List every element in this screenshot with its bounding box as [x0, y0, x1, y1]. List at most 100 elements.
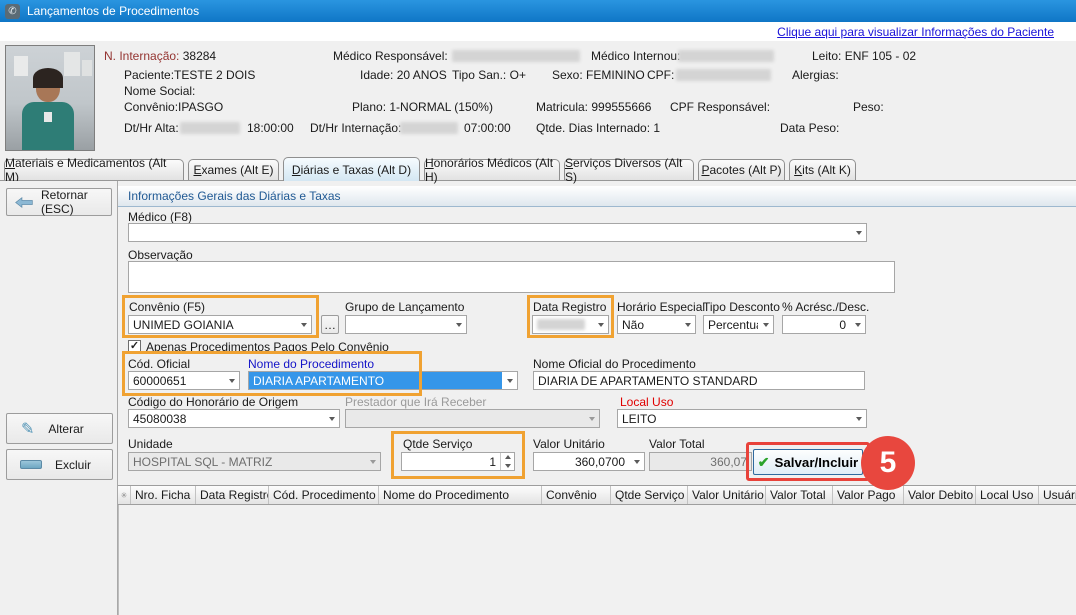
grupo-lancamento-label: Grupo de Lançamento [345, 300, 464, 314]
qtde-servico-spinner[interactable]: 1 [401, 452, 515, 471]
column-header-valor-unitario[interactable]: Valor Unitário [688, 486, 766, 504]
section-title: Informações Gerais das Diárias e Taxas [118, 186, 1076, 207]
column-header-valor-debito[interactable]: Valor Debito [904, 486, 976, 504]
plano-field: Plano: 1-NORMAL (150%) [352, 100, 493, 114]
tab-materiais-medicamentos[interactable]: Materiais e Medicamentos (Alt M) [4, 159, 184, 180]
nome-oficial-label: Nome Oficial do Procedimento [533, 357, 696, 371]
tab-kits[interactable]: Kits (Alt K) [789, 159, 856, 180]
grupo-lancamento-combobox[interactable] [345, 315, 467, 334]
patient-photo [5, 45, 95, 151]
back-arrow-icon [15, 195, 33, 210]
cod-honorario-label: Código do Honorário de Origem [128, 395, 298, 409]
spin-up-icon [501, 453, 514, 462]
procedures-window: ✆ Lançamentos de Procedimentos Clique aq… [0, 0, 1076, 615]
chevron-down-icon[interactable] [851, 224, 866, 241]
chevron-down-icon[interactable] [224, 372, 239, 389]
chevron-down-icon[interactable] [593, 316, 608, 333]
nome-procedimento-combobox[interactable]: DIARIA APARTAMENTO [248, 371, 518, 390]
matricula-value: 999555666 [591, 100, 651, 114]
cod-honorario-combobox[interactable]: 45080038 [128, 409, 340, 428]
peso-field: Peso: [853, 100, 884, 114]
column-header-usuario[interactable]: Usuário [1039, 486, 1076, 504]
chevron-down-icon[interactable] [851, 410, 866, 427]
chevron-down-icon[interactable] [758, 316, 773, 333]
paciente-value: TESTE 2 DOIS [174, 68, 255, 82]
excluir-button[interactable]: Excluir [6, 449, 113, 480]
data-peso-field: Data Peso: [780, 121, 839, 135]
qtde-dias-value: 1 [653, 121, 660, 135]
chevron-down-icon[interactable] [296, 316, 311, 333]
data-registro-combobox[interactable] [532, 315, 609, 334]
apenas-pagos-checkbox[interactable]: ✓ [128, 340, 141, 353]
checkmark-icon: ✓ [130, 340, 139, 352]
nome-social-field: Nome Social: [124, 84, 195, 98]
tab-pacotes[interactable]: Pacotes (Alt P) [698, 159, 785, 180]
chevron-down-icon [365, 453, 380, 470]
column-header-convenio[interactable]: Convênio [542, 486, 611, 504]
convenio-paciente-value: IPASGO [178, 100, 223, 114]
tab-honorarios-medicos[interactable]: Honorários Médicos (Alt H) [424, 159, 560, 180]
chevron-down-icon[interactable] [502, 372, 517, 389]
title-bar: ✆ Lançamentos de Procedimentos [0, 0, 1076, 22]
medico-label: Médico (F8) [128, 210, 192, 224]
grid-body[interactable] [118, 505, 1076, 615]
chevron-down-icon[interactable] [629, 453, 644, 470]
tab-exames[interactable]: Exames (Alt E) [188, 159, 279, 180]
horario-especial-combobox[interactable]: Não [617, 315, 696, 334]
medico-combobox[interactable] [128, 223, 867, 242]
dt-hr-alta-time: 18:00:00 [247, 121, 294, 135]
observacao-label: Observação [128, 248, 193, 262]
acresc-desc-spinner[interactable]: 0 [782, 315, 866, 334]
medico-internou-field: Médico Internou: [591, 49, 680, 63]
prestador-label: Prestador que Irá Receber [345, 395, 486, 409]
phone-icon: ✆ [5, 4, 20, 19]
apenas-pagos-label: Apenas Procedimentos Pagos Pelo Convênio [146, 340, 389, 354]
column-header-qtde-servico[interactable]: Qtde Serviço [611, 486, 688, 504]
prestador-combobox [345, 409, 600, 428]
local-uso-combobox[interactable]: LEITO [617, 409, 867, 428]
salvar-incluir-button[interactable]: ✔ Salvar/Incluir [753, 449, 863, 475]
nome-oficial-textbox[interactable]: DIARIA DE APARTAMENTO STANDARD [533, 371, 865, 390]
medico-responsavel-redacted [452, 50, 580, 62]
valor-total-textbox: 360,07 [649, 452, 752, 471]
tab-servicos-diversos[interactable]: Serviços Diversos (Alt S) [564, 159, 694, 180]
column-header-nome-procedimento[interactable]: Nome do Procedimento [379, 486, 542, 504]
column-header-nro-ficha[interactable]: Nro. Ficha [131, 486, 196, 504]
patient-info-link[interactable]: Clique aqui para visualizar Informações … [777, 25, 1054, 39]
tab-strip: Materiais e Medicamentos (Alt M) Exames … [0, 157, 1076, 181]
alergias-field: Alergias: [792, 68, 839, 82]
convenio-combobox[interactable]: UNIMED GOIANIA [128, 315, 312, 334]
valor-unitario-label: Valor Unitário [533, 437, 605, 451]
eraser-icon [20, 460, 42, 469]
chevron-down-icon[interactable] [451, 316, 466, 333]
chevron-down-icon[interactable] [680, 316, 695, 333]
retornar-button[interactable]: Retornar (ESC) [6, 188, 112, 216]
n-internacao-value: 38284 [183, 49, 216, 63]
column-header-local-uso[interactable]: Local Uso [976, 486, 1039, 504]
tab-diarias-taxas[interactable]: Diárias e Taxas (Alt D) [283, 157, 420, 181]
qtde-dias-field: Qtde. Dias Internado: 1 [536, 121, 660, 135]
convenio-paciente-field: Convênio:IPASGO [124, 100, 223, 114]
observacao-textarea[interactable] [128, 261, 895, 293]
tipo-desconto-combobox[interactable]: Percentual [703, 315, 774, 334]
leito-field: Leito: ENF 105 - 02 [812, 49, 916, 63]
column-header-cod-procedimento[interactable]: Cód. Procedimento [269, 486, 379, 504]
convenio-browse-button[interactable]: … [321, 315, 339, 334]
horario-especial-label: Horário Especial [617, 300, 705, 314]
dt-hr-internacao-field: Dt/Hr Internação: [310, 121, 401, 135]
cod-oficial-combobox[interactable]: 60000651 [128, 371, 240, 390]
valor-unitario-combobox[interactable]: 360,0700 [533, 452, 645, 471]
window-title: Lançamentos de Procedimentos [27, 4, 199, 18]
alterar-button[interactable]: ✎ Alterar [6, 413, 113, 444]
chevron-down-icon[interactable] [850, 316, 865, 333]
column-header-valor-total[interactable]: Valor Total [766, 486, 833, 504]
column-header-data-registro[interactable]: Data Registro [196, 486, 269, 504]
cpf-redacted [676, 69, 771, 81]
leito-value: ENF 105 - 02 [845, 49, 916, 63]
spinner-buttons[interactable] [500, 453, 514, 470]
qtde-servico-label: Qtde Serviço [403, 437, 472, 451]
chevron-down-icon [584, 410, 599, 427]
cpf-field: CPF: [647, 68, 674, 82]
valor-total-label: Valor Total [649, 437, 705, 451]
chevron-down-icon[interactable] [324, 410, 339, 427]
